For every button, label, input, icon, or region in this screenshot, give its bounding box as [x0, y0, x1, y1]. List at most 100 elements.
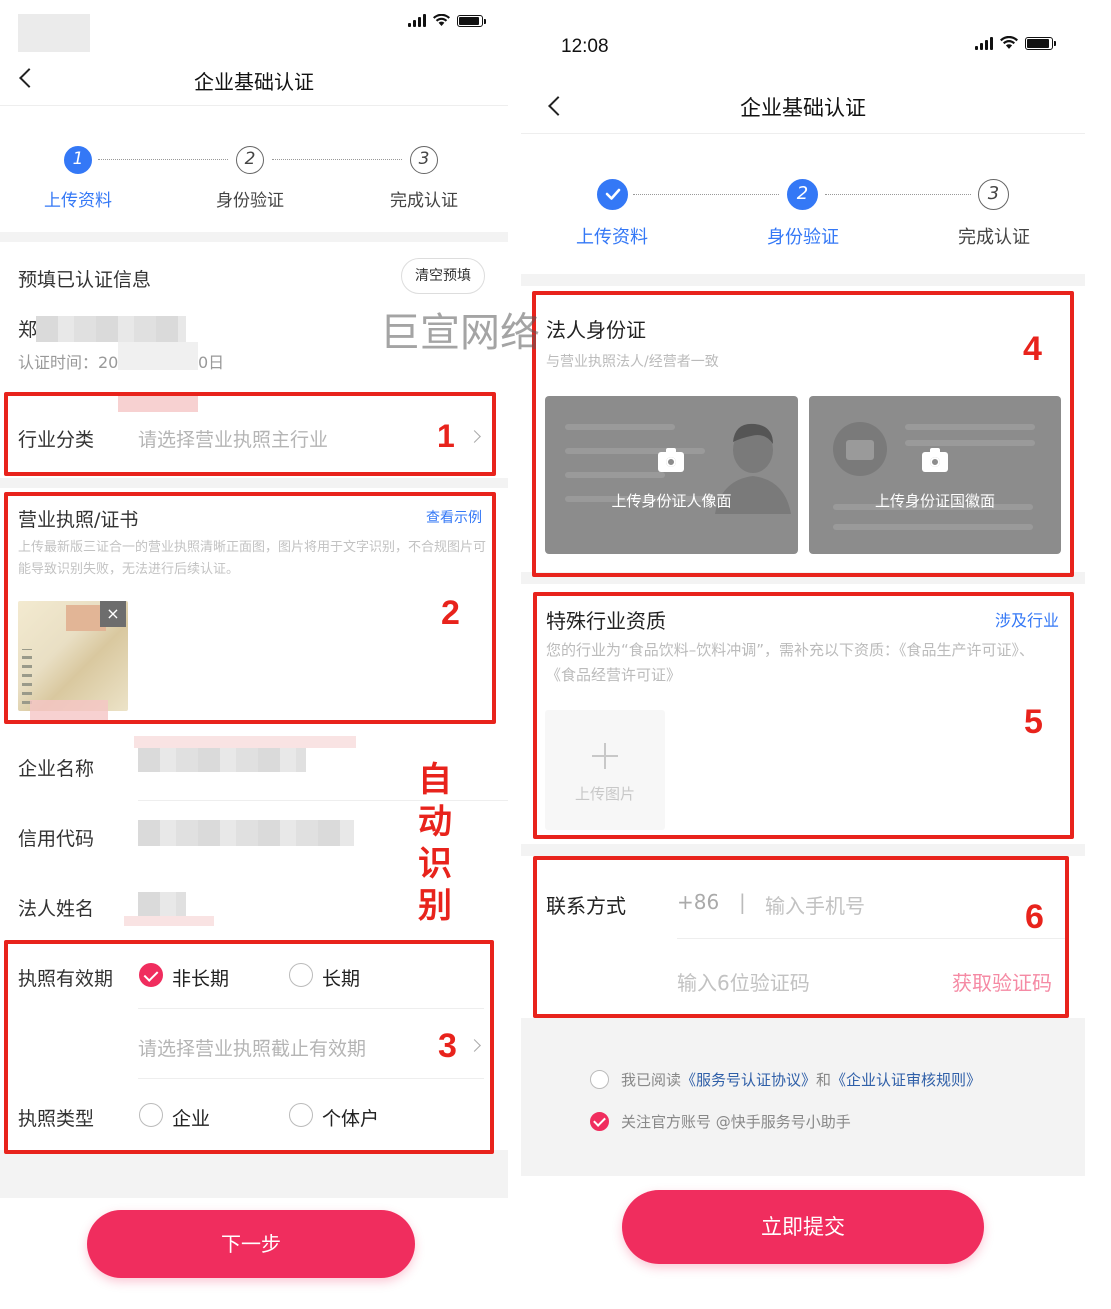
- option-individual[interactable]: 个体户: [322, 1104, 379, 1131]
- separator: |: [739, 890, 746, 914]
- service-agreement-link[interactable]: 《服务号认证协议》: [681, 1071, 816, 1089]
- credit-code-value[interactable]: [138, 820, 354, 846]
- radio-individual[interactable]: [289, 1103, 313, 1127]
- blurred-patch: [134, 736, 356, 748]
- legal-name-value[interactable]: [138, 892, 186, 916]
- upload-id-front[interactable]: 上传身份证人像面: [545, 396, 798, 554]
- industry-label: 行业分类: [18, 429, 95, 451]
- status-bar: [0, 0, 508, 52]
- status-icons: [408, 14, 486, 27]
- option-company[interactable]: 企业: [172, 1104, 210, 1131]
- option-permanent[interactable]: 长期: [322, 964, 360, 991]
- prefill-company-name: 郑: [18, 319, 38, 341]
- upload-id-back[interactable]: 上传身份证国徽面: [809, 396, 1061, 554]
- next-step-button[interactable]: 下一步: [87, 1210, 415, 1278]
- auto-label-char: 别: [418, 887, 452, 925]
- credit-code-label: 信用代码: [18, 828, 95, 850]
- card-line: [833, 524, 1033, 530]
- agreement-checkbox[interactable]: [590, 1070, 609, 1089]
- signal-icon: [408, 14, 426, 27]
- company-name-value[interactable]: [138, 748, 306, 772]
- field-divider: [677, 938, 1067, 939]
- battery-icon: [457, 14, 486, 27]
- step-1-circle: 1: [64, 146, 92, 174]
- step-2-label: 身份验证: [767, 227, 839, 248]
- wifi-icon: [433, 14, 450, 26]
- section-divider: [0, 232, 508, 242]
- left-phone-screen: 企业基础认证 1 2 3 上传资料 身份验证 完成认证 预填已认证信息 清空预填…: [0, 0, 508, 1309]
- license-title: 营业执照/证书: [18, 509, 139, 531]
- status-icons: [975, 36, 1056, 50]
- company-name-label: 企业名称: [18, 758, 95, 780]
- validity-date-placeholder[interactable]: 请选择营业执照截止有效期: [138, 1034, 366, 1061]
- clear-prefill-button[interactable]: 清空预填: [401, 258, 485, 294]
- signal-icon: [975, 36, 993, 50]
- card-line: [565, 472, 665, 478]
- step-3-circle: 3: [978, 179, 1009, 210]
- step-3-label: 完成认证: [390, 191, 458, 211]
- involved-industry-link[interactable]: 涉及行业: [995, 607, 1059, 631]
- radio-non-permanent[interactable]: [139, 963, 163, 987]
- check-icon: [605, 188, 620, 200]
- bottom-band: [0, 1150, 508, 1198]
- emblem-icon: [833, 422, 887, 476]
- annotation-number-4: 4: [1023, 330, 1042, 368]
- card-line: [565, 448, 705, 454]
- field-divider: [138, 1078, 484, 1079]
- validity-label: 执照有效期: [18, 968, 114, 990]
- card-line: [905, 424, 1035, 430]
- camera-icon: [658, 448, 684, 472]
- radio-company[interactable]: [139, 1103, 163, 1127]
- field-divider: [138, 1008, 484, 1009]
- upload-image-button[interactable]: 上传图片: [545, 710, 665, 830]
- close-icon[interactable]: ×: [100, 601, 126, 627]
- prefill-title: 预填已认证信息: [18, 269, 152, 291]
- right-phone-screen: 12:08 企业基础认证 2 3 上传资料 身份验证 完成认证 法人身份证 与营…: [521, 0, 1085, 1309]
- follow-checkbox[interactable]: [590, 1112, 609, 1131]
- view-example-link[interactable]: 查看示例: [426, 507, 482, 527]
- camera-icon: [922, 448, 948, 472]
- phone-input[interactable]: 输入手机号: [765, 890, 865, 919]
- industry-placeholder[interactable]: 请选择营业执照主行业: [138, 425, 328, 452]
- field-divider: [138, 800, 508, 801]
- step-1-done-circle: [597, 179, 628, 210]
- step-1-label: 上传资料: [44, 191, 112, 211]
- agreement-text: 我已阅读《服务号认证协议》和《企业认证审核规则》: [621, 1069, 981, 1090]
- section-divider: [521, 274, 1085, 286]
- step-connector: [825, 194, 971, 195]
- annotation-number-1: 1: [437, 418, 455, 454]
- nav-bar: 企业基础认证: [521, 78, 1085, 134]
- step-1-label: 上传资料: [576, 227, 648, 248]
- blurred-company-name: [36, 316, 186, 342]
- option-non-permanent[interactable]: 非长期: [172, 964, 229, 991]
- cert-time-suffix: 0日: [198, 353, 225, 372]
- agreement-and: 和: [816, 1071, 832, 1089]
- cert-time-prefix: 认证时间：20: [18, 353, 119, 372]
- section-divider: [0, 478, 508, 488]
- blurred-patch: [124, 916, 214, 926]
- blurred-patch: [118, 392, 198, 412]
- step-connector: [272, 159, 402, 160]
- section-divider: [521, 572, 1085, 584]
- chevron-right-icon: [468, 430, 481, 443]
- blurred-time: [18, 14, 90, 52]
- battery-icon: [1025, 36, 1056, 50]
- radio-permanent[interactable]: [289, 963, 313, 987]
- plus-icon: [592, 743, 618, 769]
- country-code[interactable]: +86: [677, 890, 719, 914]
- get-code-button[interactable]: 获取验证码: [952, 967, 1052, 996]
- wifi-icon: [1000, 36, 1018, 49]
- step-2-label: 身份验证: [216, 191, 284, 211]
- license-type-label: 执照类型: [18, 1108, 95, 1130]
- upload-image-label: 上传图片: [574, 785, 635, 803]
- emblem-detail: [846, 440, 874, 460]
- status-bar: 12:08: [521, 0, 1085, 70]
- page-title: 企业基础认证: [194, 70, 314, 94]
- annotation-number-5: 5: [1024, 703, 1043, 741]
- card-line: [565, 424, 675, 430]
- review-rules-link[interactable]: 《企业认证审核规则》: [831, 1071, 981, 1089]
- verification-code-input[interactable]: 输入6位验证码: [677, 967, 810, 996]
- id-card-description: 与营业执照法人/经营者一致: [546, 354, 719, 370]
- submit-button[interactable]: 立即提交: [622, 1190, 984, 1264]
- step-connector: [633, 194, 779, 195]
